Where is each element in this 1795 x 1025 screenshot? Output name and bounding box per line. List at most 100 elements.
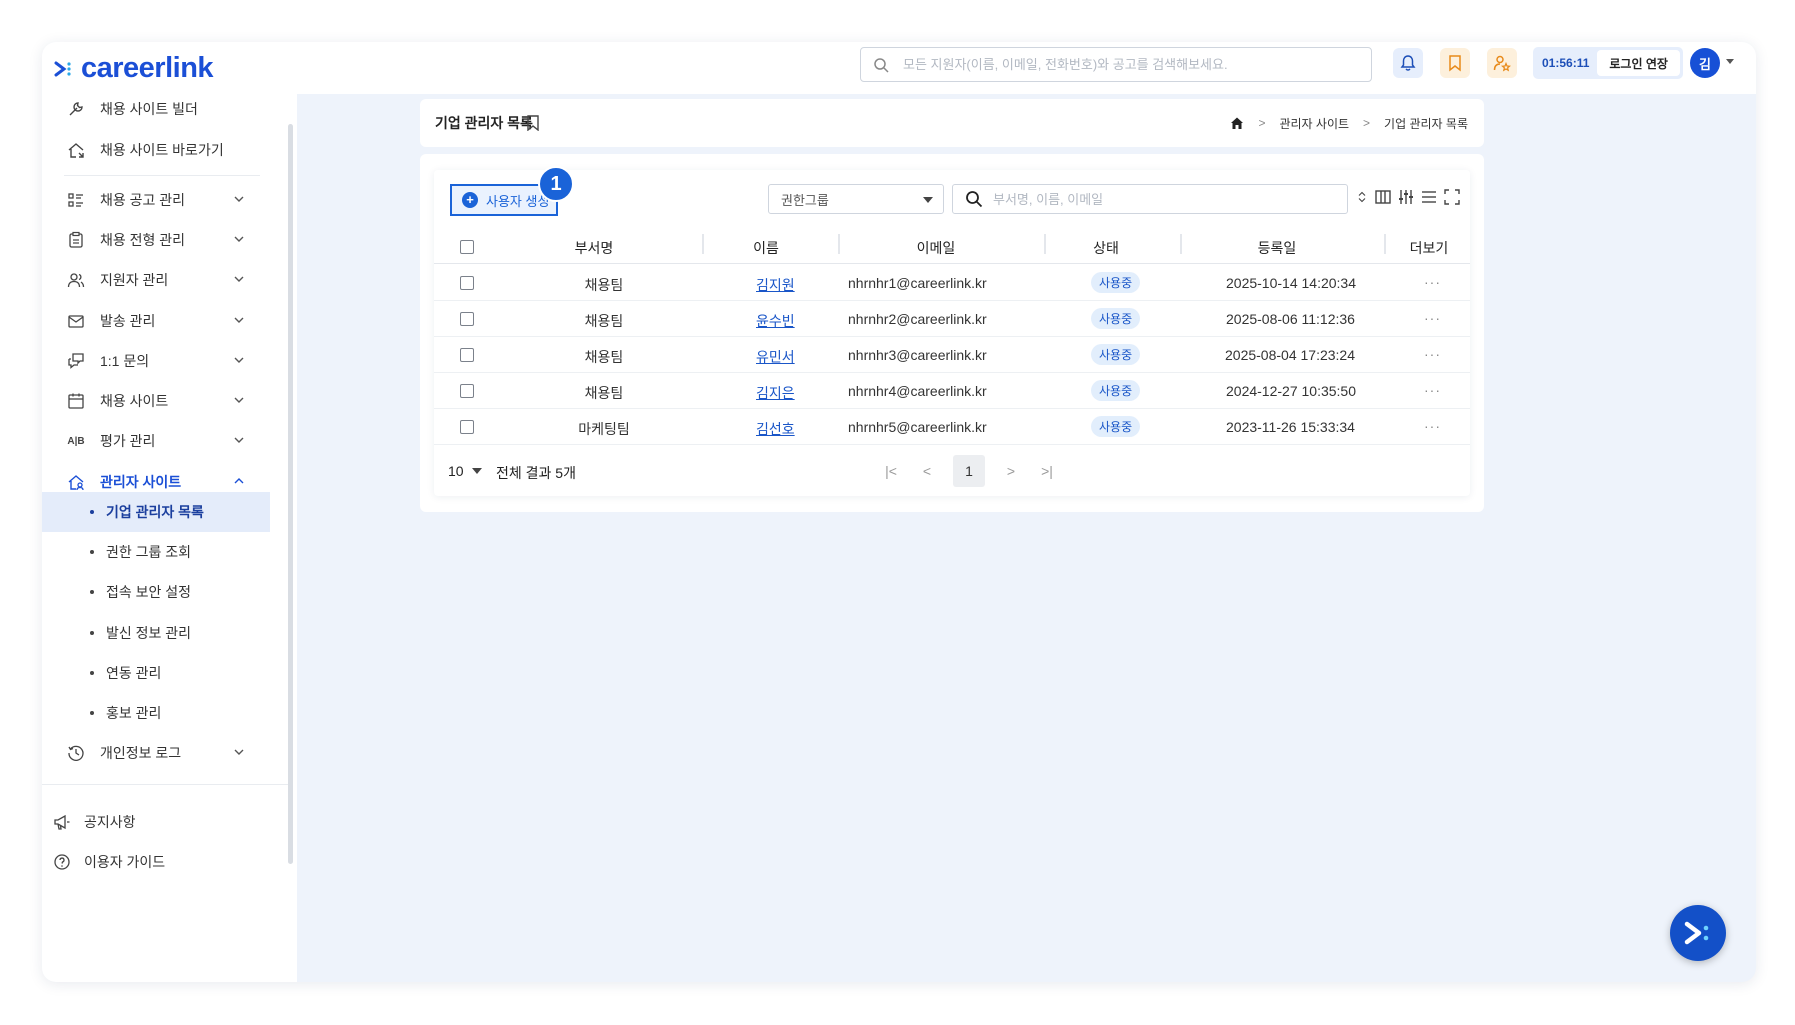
bookmark-icon[interactable] <box>526 115 540 131</box>
sidebar-item-evaluation[interactable]: A|B 평가 관리 <box>52 421 252 461</box>
sidebar-item-label: 관리자 사이트 <box>100 474 182 490</box>
bullet-dot <box>90 711 94 715</box>
favorite-applicants-button[interactable] <box>1487 48 1517 78</box>
table-search[interactable] <box>952 184 1348 214</box>
sidebar-subitem-integration[interactable]: 연동 관리 <box>42 653 270 693</box>
current-page-button[interactable]: 1 <box>953 455 985 487</box>
sidebar-item-site-builder[interactable]: 채용 사이트 빌더 <box>52 89 252 129</box>
list-icon <box>66 190 86 210</box>
column-divider[interactable] <box>838 234 840 254</box>
density-icon[interactable] <box>1421 189 1437 205</box>
avatar[interactable]: 김 <box>1690 48 1720 78</box>
cell-name-link[interactable]: 김지원 <box>756 275 795 295</box>
table-row[interactable]: 채용팀 김지원 nhrnhr1@careerlink.kr 사용중 2025-1… <box>434 265 1470 301</box>
chat-launcher-button[interactable] <box>1670 905 1726 961</box>
cell-date: 2025-08-04 17:23:24 <box>1225 347 1355 363</box>
chevron-down-icon <box>234 357 244 363</box>
sidebar: 채용 사이트 빌더 채용 사이트 바로가기 채용 공고 관리 채용 전형 관리 … <box>42 94 297 982</box>
cell-email: nhrnhr5@careerlink.kr <box>848 419 987 435</box>
column-header-name[interactable]: 이름 <box>716 238 816 258</box>
row-checkbox[interactable] <box>460 312 474 326</box>
last-page-icon[interactable]: >| <box>1037 463 1057 479</box>
more-actions-icon[interactable]: ··· <box>1424 274 1441 290</box>
notification-button[interactable] <box>1393 48 1423 78</box>
cell-name-link[interactable]: 김지은 <box>756 383 795 403</box>
sidebar-subitem-access-security[interactable]: 접속 보안 설정 <box>42 572 270 612</box>
column-divider[interactable] <box>702 234 704 254</box>
sidebar-item-label: 채용 사이트 바로가기 <box>100 142 224 158</box>
sort-icon[interactable] <box>1356 189 1368 205</box>
sidebar-subitem-permission-groups[interactable]: 권한 그룹 조회 <box>42 532 270 572</box>
sidebar-item-label: 채용 전형 관리 <box>100 232 186 248</box>
search-icon <box>874 57 889 73</box>
table-row[interactable]: 채용팀 유민서 nhrnhr3@careerlink.kr 사용중 2025-0… <box>434 337 1470 373</box>
cell-name-link[interactable]: 김선호 <box>756 419 795 439</box>
chat-icon <box>66 351 86 371</box>
extend-login-button[interactable]: 로그인 연장 <box>1597 50 1680 76</box>
first-page-icon[interactable]: |< <box>881 463 901 479</box>
status-badge: 사용중 <box>1091 380 1141 401</box>
global-search-input[interactable] <box>903 57 1363 72</box>
chevron-down-icon[interactable] <box>1726 59 1734 64</box>
sidebar-item-label: 평가 관리 <box>100 433 156 449</box>
main-panel: + 사용자 생성 1 권한그룹 부서명, 이름, 이메일 부서명 이름 이메일 … <box>420 154 1484 512</box>
more-actions-icon[interactable]: ··· <box>1424 382 1441 398</box>
home-icon[interactable] <box>1230 116 1244 130</box>
sidebar-subitem-company-admins[interactable]: 기업 관리자 목록 <box>42 492 270 532</box>
sidebar-item-label: 지원자 관리 <box>100 272 169 288</box>
caret-down-icon <box>923 197 933 203</box>
row-checkbox[interactable] <box>460 420 474 434</box>
global-search[interactable] <box>860 47 1372 82</box>
sidebar-subitem-promotion[interactable]: 홍보 관리 <box>42 693 270 733</box>
table-row[interactable]: 마케팅팀 김선호 nhrnhr5@careerlink.kr 사용중 2023-… <box>434 409 1470 445</box>
more-actions-icon[interactable]: ··· <box>1424 418 1441 434</box>
row-checkbox[interactable] <box>460 276 474 290</box>
bell-icon <box>1400 55 1416 71</box>
permission-group-select[interactable]: 권한그룹 <box>768 184 944 214</box>
column-header-dept[interactable]: 부서명 <box>544 238 644 258</box>
select-all-checkbox[interactable] <box>460 240 474 254</box>
sidebar-item-inquiry[interactable]: 1:1 문의 <box>52 341 252 381</box>
cell-name-link[interactable]: 유민서 <box>756 347 795 367</box>
sidebar-item-privacy-log[interactable]: 개인정보 로그 <box>52 733 252 773</box>
sidebar-item-site-shortcut[interactable]: 채용 사이트 바로가기 <box>52 130 252 170</box>
sidebar-subitem-sender-info[interactable]: 발신 정보 관리 <box>42 613 270 653</box>
breadcrumb-item[interactable]: 관리자 사이트 <box>1279 115 1349 132</box>
sidebar-item-label: 채용 사이트 <box>100 393 169 409</box>
users-icon <box>66 270 86 290</box>
column-header-email[interactable]: 이메일 <box>886 238 986 258</box>
sidebar-item-applicants[interactable]: 지원자 관리 <box>52 260 252 300</box>
sidebar-item-job-posting[interactable]: 채용 공고 관리 <box>52 180 252 220</box>
more-actions-icon[interactable]: ··· <box>1424 346 1441 362</box>
column-divider[interactable] <box>1180 234 1182 254</box>
sidebar-item-notice[interactable]: 공지사항 <box>52 804 136 840</box>
bullet-dot <box>90 550 94 554</box>
help-icon <box>52 852 72 872</box>
sidebar-item-screening[interactable]: 채용 전형 관리 <box>52 220 252 260</box>
row-checkbox[interactable] <box>460 384 474 398</box>
row-checkbox[interactable] <box>460 348 474 362</box>
table-row[interactable]: 채용팀 윤수빈 nhrnhr2@careerlink.kr 사용중 2025-0… <box>434 301 1470 337</box>
column-header-date[interactable]: 등록일 <box>1227 238 1327 258</box>
table-row[interactable]: 채용팀 김지은 nhrnhr4@careerlink.kr 사용중 2024-1… <box>434 373 1470 409</box>
more-actions-icon[interactable]: ··· <box>1424 310 1441 326</box>
sidebar-item-recruit-site[interactable]: 채용 사이트 <box>52 381 252 421</box>
next-page-icon[interactable]: > <box>1001 463 1021 479</box>
column-divider[interactable] <box>1044 234 1046 254</box>
fullscreen-icon[interactable] <box>1444 189 1460 205</box>
page-size-select[interactable]: 10 <box>448 463 482 479</box>
bookmark-button[interactable] <box>1440 48 1470 78</box>
prev-page-icon[interactable]: < <box>917 463 937 479</box>
cell-dept: 마케팅팀 <box>578 421 630 437</box>
sidebar-item-sending[interactable]: 발송 관리 <box>52 301 252 341</box>
columns-icon[interactable] <box>1375 189 1391 205</box>
cell-name-link[interactable]: 윤수빈 <box>756 311 795 331</box>
search-icon <box>966 191 983 208</box>
table-search-input[interactable] <box>993 191 1333 207</box>
sidebar-subitem-label: 연동 관리 <box>106 665 162 681</box>
filter-sliders-icon[interactable] <box>1398 189 1414 205</box>
brand-logo[interactable]: careerlink <box>53 52 214 85</box>
column-header-status[interactable]: 상태 <box>1056 238 1156 258</box>
sidebar-item-guide[interactable]: 이용자 가이드 <box>52 844 165 880</box>
sidebar-scrollbar[interactable] <box>288 124 293 864</box>
